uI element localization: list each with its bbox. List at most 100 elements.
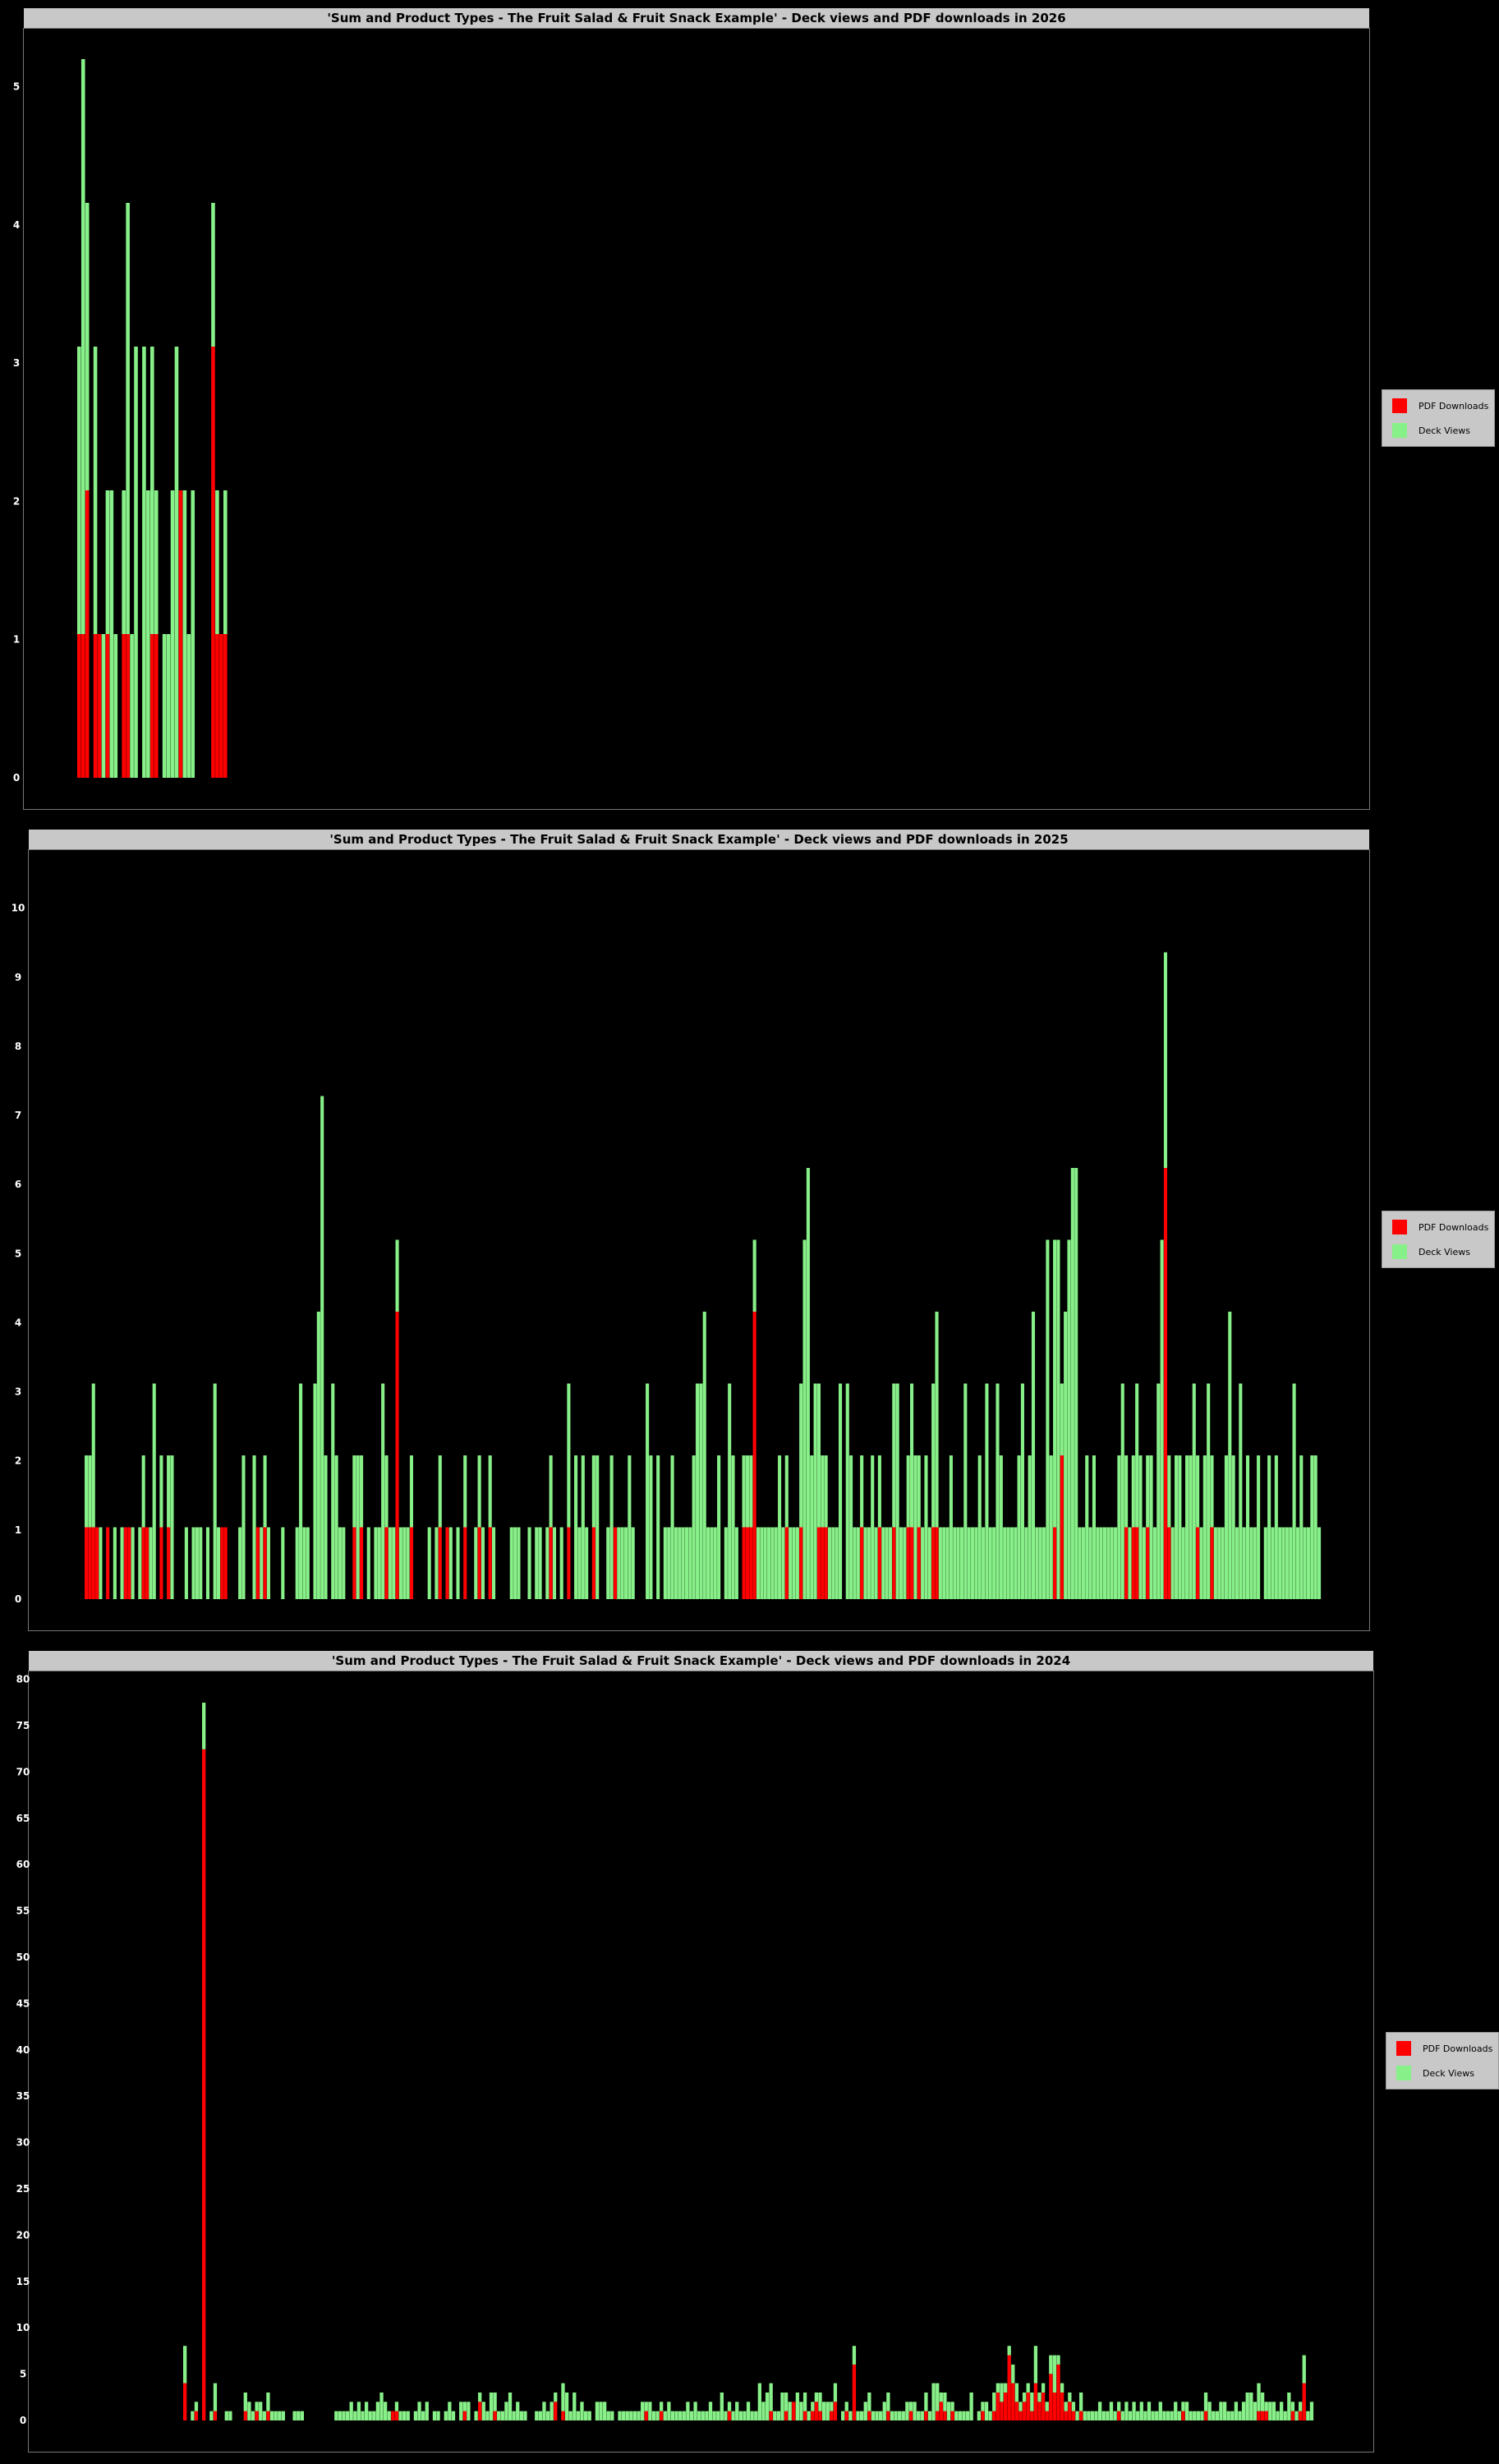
bar-pdf-downloads (1071, 2411, 1076, 2420)
bar-pdf-downloads (1117, 2411, 1121, 2420)
bar-deck-views (477, 1455, 481, 1528)
y-tick-label: 5 (15, 1248, 21, 1259)
bar-deck-views (892, 1383, 896, 1528)
bar-pdf-downloads (1045, 2411, 1049, 2420)
y-tick-label: 70 (16, 1766, 30, 1777)
bar-deck-views (1257, 2383, 1261, 2411)
bar-deck-views (867, 1527, 871, 1599)
bar-deck-views (263, 1455, 267, 1528)
bar-deck-views (448, 1527, 453, 1599)
bar-deck-views (549, 2402, 554, 2420)
bar-pdf-downloads (931, 1527, 936, 1599)
bar-pdf-downloads (462, 2411, 467, 2420)
bar-deck-views (215, 490, 219, 634)
bar-deck-views (920, 2411, 924, 2420)
bar-deck-views (831, 1527, 835, 1599)
bar-deck-views (985, 1383, 989, 1599)
y-tick-label: 15 (16, 2276, 30, 2287)
bar-deck-views (413, 2411, 418, 2420)
bar-deck-views (320, 1096, 324, 1599)
bar-deck-views (1228, 1312, 1232, 1599)
bar-deck-views (863, 1527, 867, 1599)
bar-deck-views (1147, 2402, 1152, 2420)
bar-deck-views (810, 1455, 814, 1599)
bar-pdf-downloads (123, 1527, 127, 1599)
bar-pdf-downloads (1030, 2411, 1034, 2420)
bar-deck-views (366, 1527, 370, 1599)
bar-deck-views (398, 2411, 402, 2420)
bar-pdf-downloads (1052, 2392, 1057, 2420)
bar-deck-views (435, 1527, 439, 1599)
bar-deck-views (1207, 1383, 1211, 1599)
bar-deck-views (1035, 1527, 1039, 1599)
bar-deck-views (509, 1527, 513, 1599)
bar-deck-views (1143, 2411, 1147, 2420)
bar-deck-views (821, 2402, 826, 2420)
y-tick-label: 45 (16, 1997, 30, 2009)
bar-deck-views (610, 2411, 614, 2420)
bar-deck-views (1271, 2402, 1276, 2420)
bar-deck-views (1221, 1527, 1225, 1599)
y-tick-label: 1 (13, 634, 20, 646)
bar-deck-views (724, 2411, 728, 2420)
bar-deck-views (1174, 1455, 1179, 1599)
bar-pdf-downloads (745, 1527, 749, 1599)
bar-pdf-downloads (213, 2411, 218, 2420)
bar-pdf-downloads (183, 2383, 187, 2420)
bar-deck-views (395, 1239, 399, 1312)
bar-deck-views (392, 1527, 396, 1599)
bar-deck-views (595, 2402, 600, 2420)
bar-deck-views (646, 1383, 650, 1599)
bar-deck-views (799, 1383, 803, 1528)
bar-deck-views (1249, 1527, 1253, 1599)
bar-pdf-downloads (818, 2411, 822, 2420)
bar-deck-views (474, 2411, 478, 2420)
bar-deck-views (1056, 2355, 1060, 2365)
bar-deck-views (191, 1527, 195, 1599)
bar-deck-views (300, 2411, 305, 2420)
bar-deck-views (898, 2411, 902, 2420)
bar-deck-views (1099, 1527, 1103, 1599)
bar-deck-views (881, 1527, 885, 1599)
bar-deck-views (1313, 1455, 1317, 1599)
bar-deck-views (292, 2411, 297, 2420)
bar-pdf-downloads (1041, 2392, 1046, 2420)
bar-deck-views (1068, 2392, 1072, 2402)
bar-deck-views (825, 2402, 830, 2420)
bar-deck-views (824, 1455, 828, 1528)
bar-deck-views (266, 1527, 270, 1599)
bar-deck-views (967, 1527, 971, 1599)
bar-pdf-downloads (924, 2411, 928, 2420)
bar-deck-views (1303, 1527, 1307, 1599)
bar-deck-views (992, 2392, 996, 2411)
bar-deck-views (1078, 2392, 1083, 2411)
chart-svg: 0 1 2 3 4 5 (13, 59, 228, 784)
bar-deck-views (618, 2411, 622, 2420)
bar-deck-views (194, 2402, 199, 2411)
y-tick-label: 0 (20, 2415, 26, 2426)
bar-deck-views (716, 2411, 720, 2420)
legend: PDF Downloads Deck Views (1382, 1211, 1495, 1268)
bar-deck-views (770, 1527, 775, 1599)
bar-deck-views (224, 2411, 228, 2420)
bar-deck-views (1003, 1527, 1007, 1599)
bar-deck-views (924, 1455, 928, 1599)
bar-deck-views (1302, 2355, 1306, 2384)
bar-deck-views (1030, 2392, 1034, 2411)
legend-swatch-views (1392, 1244, 1407, 1259)
bar-deck-views (105, 490, 110, 634)
bar-deck-views (1149, 1455, 1153, 1599)
bar-pdf-downloads (220, 1527, 224, 1599)
bar-pdf-downloads (106, 1527, 110, 1599)
bar-deck-views (1184, 2402, 1189, 2420)
bar-deck-views (1245, 2392, 1249, 2420)
bar-pdf-downloads (167, 1527, 171, 1599)
bar-deck-views (1071, 2402, 1076, 2411)
bar-deck-views (949, 1455, 953, 1599)
bar-deck-views (375, 2402, 380, 2420)
bar-deck-views (620, 1527, 624, 1599)
bar-pdf-downloads (352, 1527, 356, 1599)
chart-svg: 0 1 2 3 4 5 6 7 8 9 10 (11, 903, 1322, 1605)
bar-deck-views (130, 634, 134, 778)
bar-deck-views (1276, 2411, 1280, 2420)
